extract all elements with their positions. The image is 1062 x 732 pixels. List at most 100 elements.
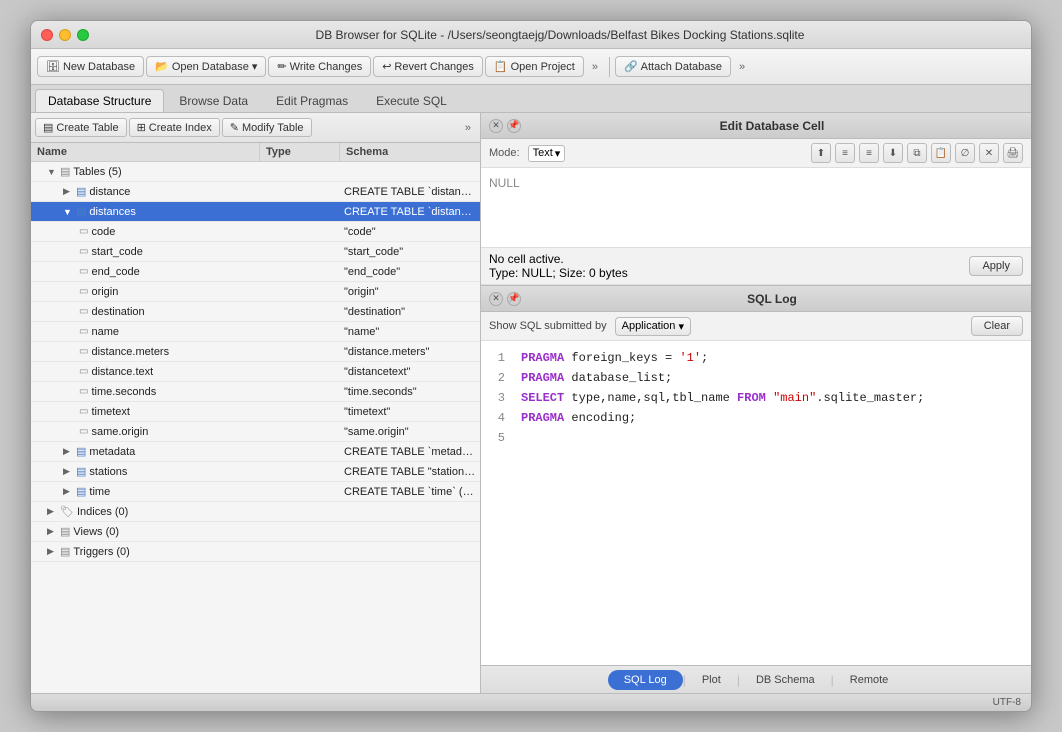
list-item[interactable]: ▶ ▤ stations CREATE TABLE "stations" ( [31, 462, 480, 482]
list-item[interactable]: ▭ origin "origin" [31, 282, 480, 302]
cell-mode-bar: Mode: Text ▾ ⬆ ≡ ≡ ⬇ ⧉ 📋 ∅ ✕ 🖨 [481, 139, 1031, 168]
column-icon: ▭ [79, 226, 88, 237]
cell-export-button[interactable]: ⬇ [883, 143, 903, 163]
cell-editor-pin-icon[interactable]: 📌 [507, 119, 521, 133]
open-db-icon: 📂 [155, 60, 169, 73]
tab-edit-pragmas[interactable]: Edit Pragmas [263, 89, 361, 112]
cell-copy-button[interactable]: ⧉ [907, 143, 927, 163]
project-icon: 📋 [494, 60, 508, 73]
close-button[interactable] [41, 29, 53, 41]
sql-source-select[interactable]: Application ▾ [615, 317, 691, 336]
tab-database-structure[interactable]: Database Structure [35, 89, 164, 112]
column-icon: ▭ [79, 346, 88, 357]
cell-print-button[interactable]: 🖨 [1003, 143, 1023, 163]
table-icon: ▤ [76, 445, 86, 458]
cell-null-button[interactable]: ∅ [955, 143, 975, 163]
list-item[interactable]: ▶ ▤ time CREATE TABLE `time` ( `fie [31, 482, 480, 502]
tab-sql-log[interactable]: SQL Log [608, 670, 683, 690]
group-icon: 🏷 [60, 505, 74, 518]
column-icon: ▭ [79, 306, 88, 317]
attach-icon: 🔗 [624, 60, 638, 73]
tab-execute-sql[interactable]: Execute SQL [363, 89, 460, 112]
attach-database-button[interactable]: 🔗 Attach Database [615, 56, 731, 77]
sql-log-header: ✕ 📌 SQL Log [481, 286, 1031, 312]
toolbar-more-1[interactable]: » [586, 58, 604, 76]
list-item[interactable]: ▭ distance.meters "distance.meters" [31, 342, 480, 362]
cell-align-left-button[interactable]: ≡ [835, 143, 855, 163]
list-item: 4 PRAGMA encoding; [489, 409, 1023, 427]
column-icon: ▭ [79, 426, 88, 437]
titlebar: DB Browser for SQLite - /Users/seongtaej… [31, 21, 1031, 49]
tab-db-schema[interactable]: DB Schema [740, 670, 831, 690]
list-item[interactable]: ▶ ▤ Views (0) [31, 522, 480, 542]
cell-delete-button[interactable]: ✕ [979, 143, 999, 163]
table-icon: ▤ [76, 205, 86, 218]
cell-status-bar: No cell active. Type: NULL; Size: 0 byte… [481, 248, 1031, 285]
main-window: DB Browser for SQLite - /Users/seongtaej… [30, 20, 1032, 712]
group-icon: ▤ [60, 165, 70, 178]
main-toolbar: 🗄 New Database 📂 Open Database ▾ ✏ Write… [31, 49, 1031, 85]
open-database-button[interactable]: 📂 Open Database ▾ [146, 56, 266, 77]
cell-paste-button[interactable]: 📋 [931, 143, 951, 163]
main-tabs: Database Structure Browse Data Edit Prag… [31, 85, 1031, 113]
write-changes-button[interactable]: ✏ Write Changes [268, 56, 371, 77]
cell-action-icons: ⬆ ≡ ≡ ⬇ ⧉ 📋 ∅ ✕ 🖨 [811, 143, 1023, 163]
new-database-button[interactable]: 🗄 New Database [37, 56, 144, 77]
clear-button[interactable]: Clear [971, 316, 1023, 336]
column-icon: ▭ [79, 406, 88, 417]
table-icon: ▤ [76, 465, 86, 478]
create-table-icon: ▤ [43, 121, 53, 134]
open-project-button[interactable]: 📋 Open Project [485, 56, 584, 77]
chevron-down-icon: ▼ [47, 167, 57, 177]
list-item[interactable]: ▶ ▤ distance CREATE TABLE `distance` ( [31, 182, 480, 202]
revert-changes-button[interactable]: ↩ Revert Changes [373, 56, 483, 77]
create-index-icon: ⊞ [137, 121, 146, 134]
cell-align-center-button[interactable]: ≡ [859, 143, 879, 163]
main-content: ▤ Create Table ⊞ Create Index ✎ Modify T… [31, 113, 1031, 693]
toolbar-separator [609, 57, 610, 77]
tab-plot[interactable]: Plot [686, 670, 737, 690]
minimize-button[interactable] [59, 29, 71, 41]
list-item[interactable]: ▭ name "name" [31, 322, 480, 342]
list-item[interactable]: ▭ destination "destination" [31, 302, 480, 322]
column-icon: ▭ [79, 246, 88, 257]
cell-editor-close-icon[interactable]: ✕ [489, 119, 503, 133]
maximize-button[interactable] [77, 29, 89, 41]
apply-button[interactable]: Apply [969, 256, 1023, 276]
right-panel: ✕ 📌 Edit Database Cell Mode: Text ▾ ⬆ ≡ … [481, 113, 1031, 693]
list-item[interactable]: ▼ ▤ Tables (5) [31, 162, 480, 182]
chevron-right-icon: ▶ [63, 446, 73, 457]
chevron-down-icon: ▾ [678, 320, 684, 333]
modify-table-button[interactable]: ✎ Modify Table [222, 118, 312, 137]
null-indicator: NULL [489, 176, 520, 190]
list-item[interactable]: ▭ distance.text "distancetext" [31, 362, 480, 382]
list-item[interactable]: ▭ timetext "timetext" [31, 402, 480, 422]
statusbar: UTF-8 [31, 693, 1031, 711]
list-item[interactable]: ▶ ▤ Triggers (0) [31, 542, 480, 562]
list-item[interactable]: ▭ same.origin "same.origin" [31, 422, 480, 442]
sql-log-close-icon[interactable]: ✕ [489, 292, 503, 306]
list-item[interactable]: ▼ ▤ distances CREATE TABLE `distances` [31, 202, 480, 222]
list-item[interactable]: ▭ time.seconds "time.seconds" [31, 382, 480, 402]
sql-log-pin-icon[interactable]: 📌 [507, 292, 521, 306]
encoding-status: UTF-8 [993, 697, 1021, 708]
tree-header: Name Type Schema [31, 143, 480, 162]
sub-toolbar-more[interactable]: » [460, 120, 476, 136]
sql-toolbar: Show SQL submitted by Application ▾ Clea… [481, 312, 1031, 341]
mode-select[interactable]: Text ▾ [528, 145, 566, 162]
tab-remote[interactable]: Remote [834, 670, 905, 690]
cell-import-button[interactable]: ⬆ [811, 143, 831, 163]
list-item[interactable]: ▶ 🏷 Indices (0) [31, 502, 480, 522]
list-item[interactable]: ▶ ▤ metadata CREATE TABLE `metadata` [31, 442, 480, 462]
tab-browse-data[interactable]: Browse Data [166, 89, 261, 112]
chevron-down-icon: ▾ [555, 147, 561, 160]
list-item: 3 SELECT type,name,sql,tbl_name FROM "ma… [489, 389, 1023, 407]
list-item[interactable]: ▭ code "code" [31, 222, 480, 242]
new-db-icon: 🗄 [46, 60, 60, 73]
toolbar-more-2[interactable]: » [733, 58, 751, 76]
tree-body: ▼ ▤ Tables (5) ▶ ▤ distance CREATE T [31, 162, 480, 693]
list-item[interactable]: ▭ start_code "start_code" [31, 242, 480, 262]
create-index-button[interactable]: ⊞ Create Index [129, 118, 220, 137]
list-item[interactable]: ▭ end_code "end_code" [31, 262, 480, 282]
create-table-button[interactable]: ▤ Create Table [35, 118, 127, 137]
